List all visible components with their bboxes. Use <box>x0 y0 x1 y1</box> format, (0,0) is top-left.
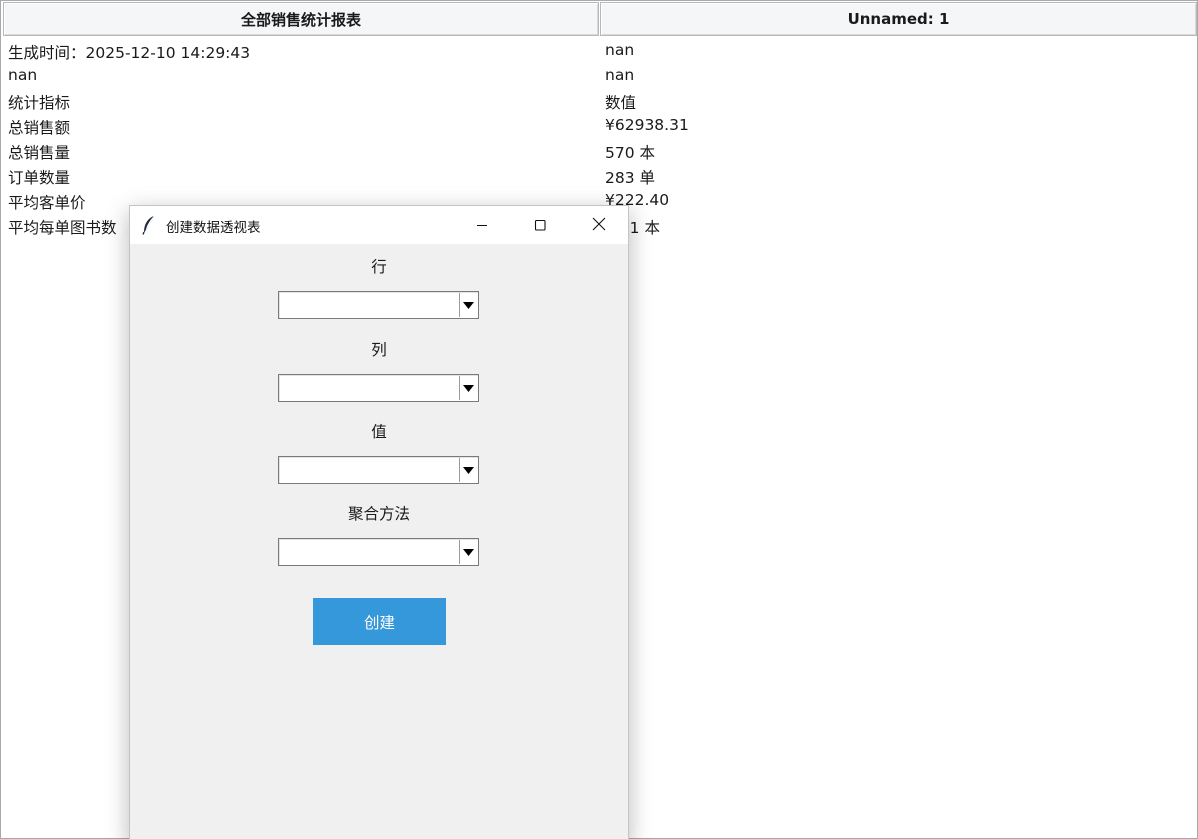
table-cell: 平均客单价 <box>8 194 86 212</box>
table-header-row: 全部销售统计报表 Unnamed: 1 <box>2 2 1198 38</box>
table-cell: ¥62938.31 <box>605 116 689 134</box>
minimize-button[interactable] <box>453 206 511 244</box>
value-field-label: 值 <box>371 423 387 441</box>
table-cell: 订单数量 <box>8 169 71 187</box>
table-cell: 总销售额 <box>8 119 71 137</box>
table-cell: 数值 <box>605 94 637 112</box>
caret-down-icon[interactable] <box>459 458 477 482</box>
table-cell: 总销售量 <box>8 144 71 162</box>
create-button[interactable]: 创建 <box>313 598 446 645</box>
maximize-icon <box>534 216 546 235</box>
table-row[interactable]: 统计指标 数值 <box>1 89 1197 114</box>
caret-down-icon[interactable] <box>459 376 477 400</box>
table-cell: 统计指标 <box>8 94 71 112</box>
close-button[interactable] <box>570 206 628 244</box>
column-field-label: 列 <box>371 341 387 359</box>
dialog-title: 创建数据透视表 <box>166 220 261 236</box>
column-header[interactable]: Unnamed: 1 <box>600 2 1197 36</box>
table-row[interactable]: nan nan <box>1 64 1197 89</box>
table-row[interactable]: 生成时间：2025-12-10 14:29:43 nan <box>1 39 1197 64</box>
app-window: 全部销售统计报表 Unnamed: 1 生成时间：2025-12-10 14:2… <box>0 0 1198 839</box>
table-row[interactable]: 总销售量 570 本 <box>1 139 1197 164</box>
table-row[interactable]: 订单数量 283 单 <box>1 164 1197 189</box>
minimize-icon <box>476 216 488 235</box>
column-field-select[interactable] <box>278 374 479 402</box>
pivot-table-dialog: 创建数据透视表 行 列 值 聚合方法 创建 <box>129 205 629 839</box>
aggregation-field-select[interactable] <box>278 538 479 566</box>
caret-down-icon[interactable] <box>459 293 477 317</box>
column-header[interactable]: 全部销售统计报表 <box>3 2 599 36</box>
value-field-select[interactable] <box>278 456 479 484</box>
feather-icon <box>142 215 156 235</box>
close-icon <box>592 216 606 235</box>
table-cell: 283 单 <box>605 169 656 187</box>
table-cell: 平均每单图书数 <box>8 219 117 237</box>
row-field-select[interactable] <box>278 291 479 319</box>
maximize-button[interactable] <box>511 206 569 244</box>
table-cell: 生成时间：2025-12-10 14:29:43 <box>8 44 251 62</box>
table-cell: nan <box>605 66 635 84</box>
row-field-label: 行 <box>371 258 387 276</box>
dialog-titlebar[interactable]: 创建数据透视表 <box>130 206 628 244</box>
table-row[interactable]: 总销售额 ¥62938.31 <box>1 114 1197 139</box>
table-cell: nan <box>605 41 635 59</box>
table-cell: 570 本 <box>605 144 656 162</box>
caret-down-icon[interactable] <box>459 540 477 564</box>
table-cell: nan <box>8 66 38 84</box>
aggregation-field-label: 聚合方法 <box>347 505 410 523</box>
